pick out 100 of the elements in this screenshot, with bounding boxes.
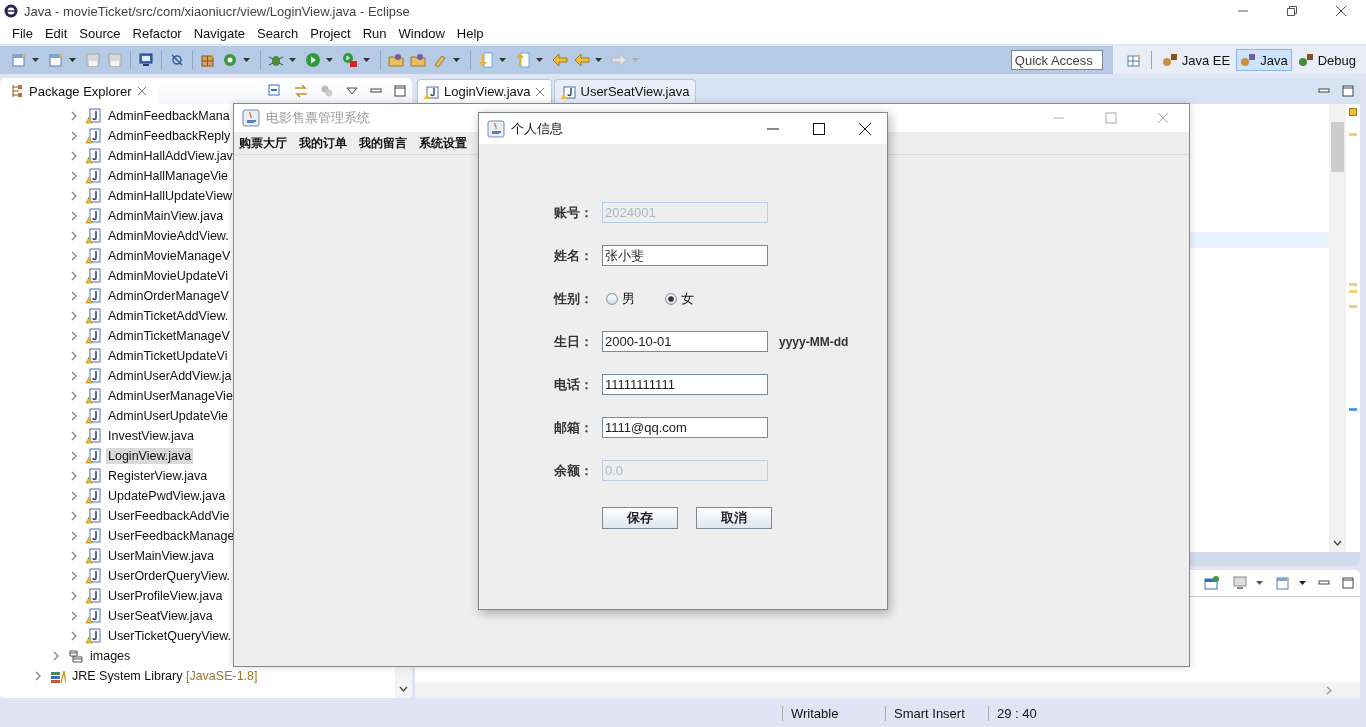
- caret-icon[interactable]: [1256, 581, 1263, 585]
- dialog-button[interactable]: 保存: [602, 507, 678, 529]
- warning-marker[interactable]: [1349, 133, 1357, 136]
- menu-item[interactable]: Help: [450, 25, 490, 41]
- menu-item[interactable]: Navigate: [187, 25, 251, 41]
- menu-item[interactable]: 系统设置: [419, 134, 467, 152]
- menu-item[interactable]: 我的留言: [359, 134, 407, 152]
- tree-item[interactable]: UserProfileView.java: [106, 588, 225, 604]
- scroll-thumb[interactable]: [1331, 122, 1344, 172]
- caret-icon[interactable]: [326, 58, 333, 62]
- menu-item[interactable]: Project: [304, 25, 357, 41]
- horizontal-scrollbar[interactable]: [1189, 552, 1360, 566]
- caret-icon[interactable]: [243, 58, 250, 62]
- down-arrow-icon[interactable]: [478, 52, 494, 68]
- tree-item[interactable]: LoginView.java: [106, 448, 194, 464]
- quick-access-field[interactable]: Quick Access: [1010, 50, 1103, 70]
- close-icon[interactable]: [1335, 5, 1347, 17]
- tree-item[interactable]: UserOrderQueryView.: [106, 568, 233, 584]
- menu-item[interactable]: Run: [356, 25, 393, 41]
- scroll-down-icon[interactable]: [399, 686, 408, 692]
- tree-item[interactable]: UserSeatView.java: [106, 608, 215, 624]
- perspective-button[interactable]: Java: [1236, 49, 1292, 71]
- radio-option[interactable]: 女: [665, 289, 694, 308]
- editor-tab[interactable]: LoginView.java: [417, 78, 552, 104]
- tree-item[interactable]: AdminUserManageVie: [106, 388, 235, 404]
- tree-item[interactable]: AdminHallAddView.jav: [106, 148, 235, 164]
- tree-item[interactable]: images: [88, 648, 133, 664]
- run-icon[interactable]: [305, 52, 321, 68]
- input-field[interactable]: 2000-10-01: [602, 331, 768, 352]
- pin-icon[interactable]: [1204, 575, 1220, 591]
- tree-item[interactable]: AdminFeedbackReply: [106, 128, 233, 144]
- warning-marker[interactable]: [1349, 305, 1357, 308]
- close-icon[interactable]: [858, 121, 872, 136]
- occurrence-marker[interactable]: [1349, 408, 1357, 411]
- restore-icon[interactable]: [1286, 5, 1298, 17]
- view-menu-icon[interactable]: [346, 87, 358, 95]
- tree-item[interactable]: AdminMovieUpdateVi: [106, 268, 230, 284]
- warning-marker[interactable]: [1349, 108, 1357, 116]
- save-all-icon[interactable]: [107, 52, 123, 68]
- menu-item[interactable]: Window: [392, 25, 451, 41]
- tree-item[interactable]: UserFeedbackAddVie: [106, 508, 232, 524]
- caret-icon[interactable]: [363, 58, 370, 62]
- input-field[interactable]: 张小斐: [602, 245, 768, 266]
- tree-item[interactable]: AdminHallManageVie: [106, 168, 230, 184]
- new-window-icon[interactable]: [11, 52, 27, 68]
- input-field[interactable]: 11111111111: [602, 374, 768, 395]
- tree-item[interactable]: AdminTicketAddView.: [106, 308, 231, 324]
- tree-item[interactable]: AdminMovieAddView.: [106, 228, 231, 244]
- tree-item[interactable]: RegisterView.java: [106, 468, 210, 484]
- run-config-icon[interactable]: [342, 52, 358, 68]
- caret-icon[interactable]: [69, 58, 76, 62]
- warning-marker[interactable]: [1349, 283, 1357, 286]
- collapse-all-icon[interactable]: [268, 84, 282, 98]
- tree-item[interactable]: AdminTicketUpdateVi: [106, 348, 230, 364]
- caret-icon[interactable]: [289, 58, 296, 62]
- menu-item[interactable]: Search: [251, 25, 305, 41]
- back-arrow-icon[interactable]: [552, 52, 568, 68]
- caret-icon[interactable]: [1299, 581, 1306, 585]
- maximize-icon[interactable]: [812, 121, 826, 136]
- menu-item[interactable]: Edit: [38, 25, 74, 41]
- monitor-icon[interactable]: [138, 52, 154, 68]
- radio-button[interactable]: [606, 292, 618, 305]
- tree-item[interactable]: UserMainView.java: [106, 548, 217, 564]
- tree-item[interactable]: AdminTicketManageV: [106, 328, 232, 344]
- editor-tab[interactable]: UserSeatView.java: [553, 78, 697, 104]
- menu-item[interactable]: 我的订单: [299, 134, 347, 152]
- tree-item[interactable]: AdminFeedbackMana: [106, 108, 232, 124]
- grid-icon[interactable]: [200, 52, 216, 68]
- caret-icon[interactable]: [499, 58, 506, 62]
- tree-item[interactable]: UpdatePwdView.java: [106, 488, 228, 504]
- tree-item[interactable]: AdminOrderManageV: [106, 288, 231, 304]
- radio-button[interactable]: [665, 292, 677, 305]
- tree-item[interactable]: AdminUserUpdateVie: [106, 408, 230, 424]
- new-window-icon[interactable]: [1275, 575, 1291, 591]
- tree-item[interactable]: AdminMainView.java: [106, 208, 226, 224]
- menu-item[interactable]: File: [6, 25, 39, 41]
- caret-icon[interactable]: [595, 58, 602, 62]
- view-tab[interactable]: Package Explorer: [0, 78, 157, 104]
- tree-item[interactable]: AdminHallUpdateView: [106, 188, 235, 204]
- radio-option[interactable]: 男: [606, 289, 635, 308]
- input-field[interactable]: 1111@qq.com: [602, 417, 768, 438]
- scroll-down-icon[interactable]: [1333, 540, 1342, 546]
- warning-marker[interactable]: [1349, 290, 1357, 293]
- refresh-icon[interactable]: [222, 52, 238, 68]
- perspective-button[interactable]: Debug: [1293, 49, 1360, 71]
- link-editor-icon[interactable]: [294, 84, 308, 98]
- dialog-button[interactable]: 取消: [696, 507, 772, 529]
- tree-item[interactable]: InvestView.java: [106, 428, 196, 444]
- menu-item[interactable]: 购票大厅: [239, 134, 287, 152]
- tree-item[interactable]: UserFeedbackManage: [106, 528, 237, 544]
- save-icon[interactable]: [85, 52, 101, 68]
- tree-item[interactable]: UserTicketQueryView.: [106, 628, 233, 644]
- menu-item[interactable]: Source: [73, 25, 127, 41]
- monitor-icon[interactable]: [1232, 575, 1248, 591]
- open-perspective-icon[interactable]: [1125, 52, 1142, 68]
- tree-item[interactable]: AdminUserAddView.ja: [106, 368, 234, 384]
- caret-icon[interactable]: [32, 58, 39, 62]
- folder-icon[interactable]: [410, 52, 426, 68]
- menu-item[interactable]: Refactor: [126, 25, 188, 41]
- up-arrow-icon[interactable]: [515, 52, 531, 68]
